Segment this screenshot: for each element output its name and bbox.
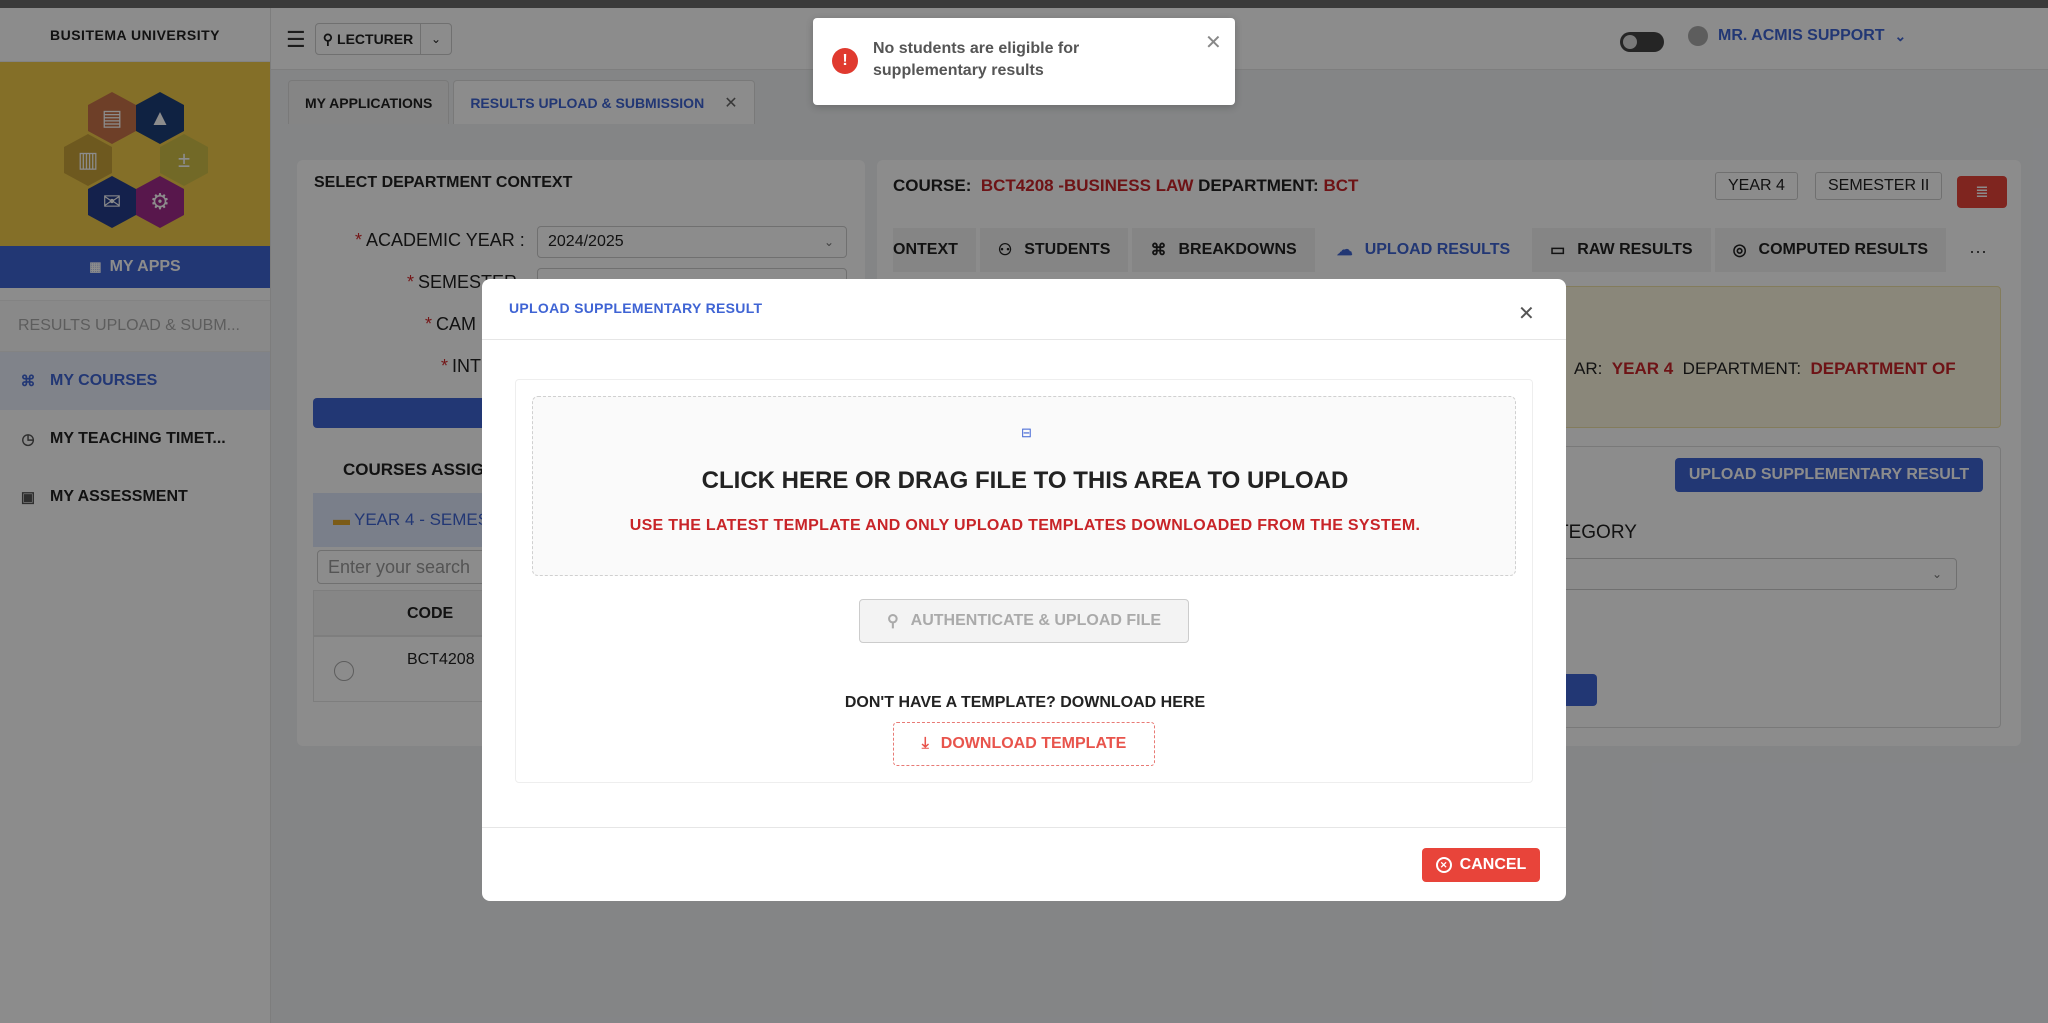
dropzone-subtitle: USE THE LATEST TEMPLATE AND ONLY UPLOAD … <box>629 517 1421 534</box>
modal-title: UPLOAD SUPPLEMENTARY RESULT <box>509 300 763 316</box>
notification-toast: ! No students are eligible for supplemen… <box>813 18 1235 105</box>
file-dropzone[interactable]: ⊟ CLICK HERE OR DRAG FILE TO THIS AREA T… <box>532 396 1516 576</box>
close-circle-icon: ✕ <box>1435 857 1452 873</box>
download-icon: ⤓ <box>921 735 929 752</box>
upload-supplementary-modal: UPLOAD SUPPLEMENTARY RESULT ✕ ⊟ CLICK HE… <box>482 279 1566 901</box>
toast-message: No students are eligible for supplementa… <box>873 40 1080 79</box>
top-strip <box>0 0 2048 8</box>
close-icon[interactable]: ✕ <box>1205 30 1222 55</box>
inbox-icon: ⊟ <box>1021 425 1032 440</box>
error-icon: ! <box>832 48 858 74</box>
cancel-label: CANCEL <box>1459 856 1527 873</box>
divider <box>482 339 1566 340</box>
close-icon[interactable]: ✕ <box>1518 301 1535 326</box>
template-question: DON'T HAVE A TEMPLATE? DOWNLOAD HERE <box>844 694 1206 711</box>
divider <box>482 827 1566 828</box>
cancel-button[interactable]: ✕ CANCEL <box>1422 848 1540 882</box>
auth-button-label: AUTHENTICATE & UPLOAD FILE <box>910 612 1162 629</box>
download-button-label: DOWNLOAD TEMPLATE <box>940 735 1127 752</box>
download-template-button[interactable]: ⤓ DOWNLOAD TEMPLATE <box>893 722 1155 766</box>
authenticate-upload-button[interactable]: ⚲ AUTHENTICATE & UPLOAD FILE <box>859 599 1189 643</box>
modal-body: ⊟ CLICK HERE OR DRAG FILE TO THIS AREA T… <box>515 379 1533 783</box>
search-icon: ⚲ <box>886 613 899 630</box>
dropzone-title: CLICK HERE OR DRAG FILE TO THIS AREA TO … <box>701 467 1349 494</box>
